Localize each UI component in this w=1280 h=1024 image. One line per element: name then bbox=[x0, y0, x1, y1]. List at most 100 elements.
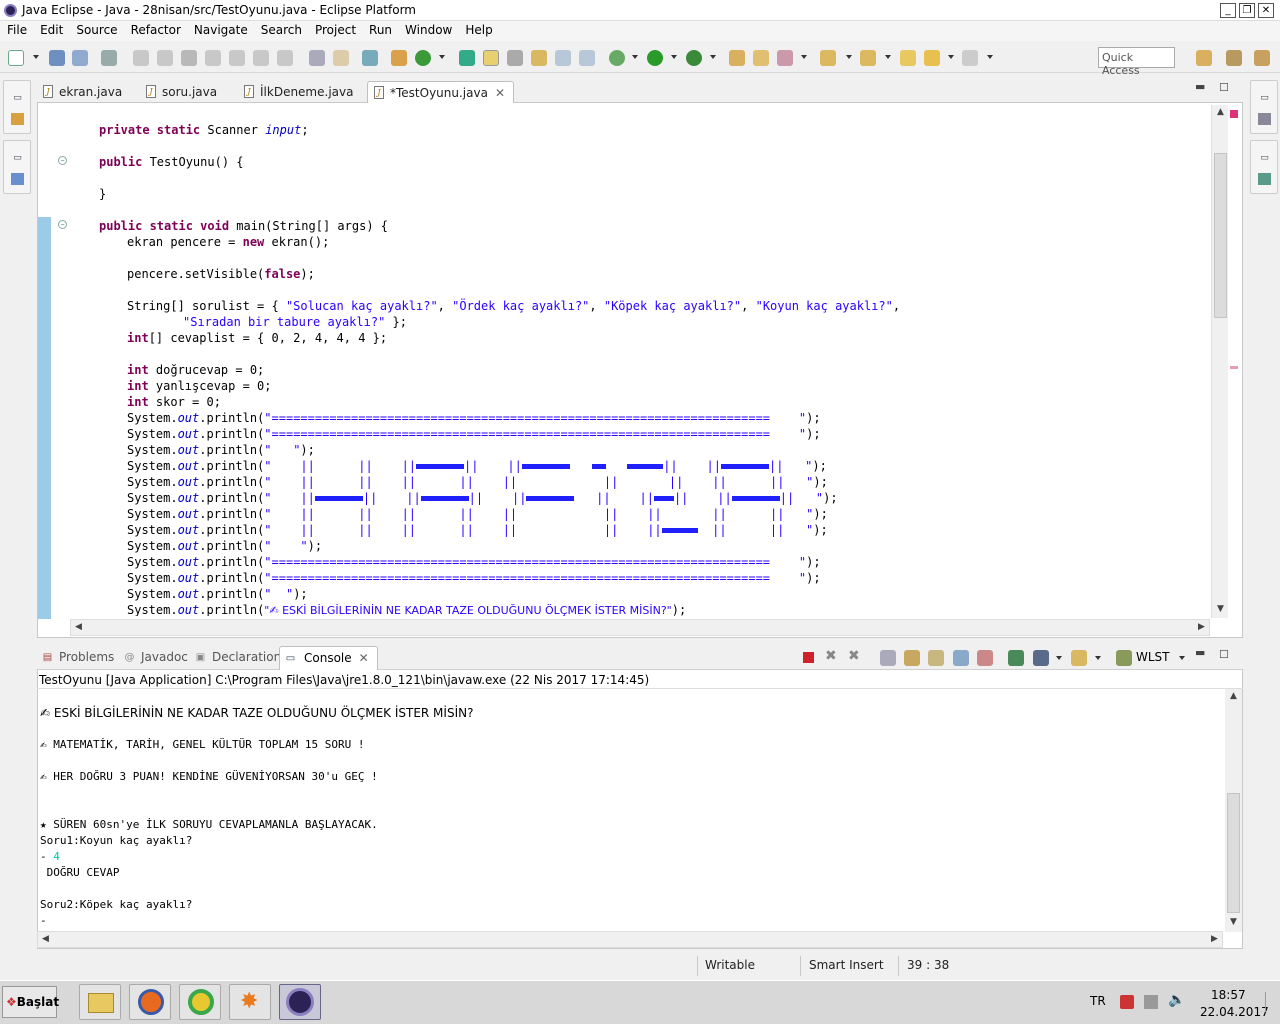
minimize-icon[interactable]: _ bbox=[1220, 3, 1236, 18]
tab-ekran-java[interactable]: Jekran.java bbox=[37, 81, 130, 103]
mark-occurrences-icon[interactable] bbox=[483, 50, 499, 66]
task-list-icon[interactable] bbox=[1258, 113, 1271, 125]
scroll-up-icon[interactable]: ▲ bbox=[1213, 105, 1228, 120]
chevron-down-icon[interactable] bbox=[439, 55, 445, 59]
editor-horizontal-scrollbar[interactable]: ◀ ▶ bbox=[70, 619, 1210, 636]
console-vertical-scrollbar[interactable]: ▲ ▼ bbox=[1225, 689, 1242, 932]
scroll-thumb[interactable] bbox=[1214, 153, 1227, 318]
coverage-icon[interactable] bbox=[686, 50, 702, 66]
language-indicator[interactable]: TR bbox=[1090, 994, 1106, 1008]
back-icon[interactable] bbox=[924, 50, 940, 66]
scroll-lock-icon[interactable] bbox=[904, 650, 920, 666]
tab-ilkdeneme-java[interactable]: J İlkDeneme.java bbox=[238, 81, 361, 103]
java-ee-perspective-icon[interactable] bbox=[1226, 50, 1242, 66]
chevron-down-icon[interactable] bbox=[1095, 656, 1101, 660]
wlst-label[interactable]: WLST bbox=[1136, 650, 1170, 664]
servers-icon[interactable] bbox=[1258, 173, 1271, 185]
chevron-down-icon[interactable] bbox=[801, 55, 807, 59]
restore-icon[interactable]: ▭ bbox=[1258, 153, 1271, 165]
eclipse-taskbar-icon[interactable] bbox=[279, 984, 321, 1020]
open-folder-icon[interactable] bbox=[753, 50, 769, 66]
print-icon[interactable] bbox=[101, 50, 117, 66]
maximize-console-icon[interactable]: ☐ bbox=[1219, 648, 1229, 661]
menu-navigate[interactable]: Navigate bbox=[187, 21, 254, 37]
overview-ruler-marker[interactable] bbox=[1230, 366, 1238, 369]
chevron-down-icon[interactable] bbox=[1056, 656, 1062, 660]
show-on-output-icon[interactable] bbox=[953, 650, 969, 666]
scroll-down-icon[interactable]: ▼ bbox=[1213, 602, 1228, 617]
save-icon[interactable] bbox=[49, 50, 65, 66]
step-into-icon[interactable] bbox=[229, 50, 245, 66]
menu-edit[interactable]: Edit bbox=[33, 21, 69, 37]
menu-help[interactable]: Help bbox=[458, 21, 498, 37]
firefox-icon[interactable] bbox=[129, 984, 171, 1020]
drop-frame-icon[interactable] bbox=[309, 50, 325, 66]
step-over-icon[interactable] bbox=[253, 50, 269, 66]
chevron-down-icon[interactable] bbox=[1179, 656, 1185, 660]
toggle-breadcrumb-icon[interactable] bbox=[507, 50, 523, 66]
scroll-left-icon[interactable]: ◀ bbox=[71, 620, 86, 635]
open-perspective-icon[interactable] bbox=[1196, 50, 1212, 66]
console-output[interactable]: ✍ ESKİ BİLGİLERİNİN NE KADAR TAZE OLDUĞU… bbox=[40, 705, 1220, 930]
block-selection-icon[interactable] bbox=[555, 50, 571, 66]
console-horizontal-scrollbar[interactable]: ◀ ▶ bbox=[37, 931, 1223, 948]
package-explorer-icon[interactable] bbox=[11, 113, 24, 125]
show-desktop-button[interactable] bbox=[1265, 992, 1277, 1012]
menu-run[interactable]: Run bbox=[362, 21, 398, 37]
quick-access-input[interactable]: Quick Access bbox=[1098, 47, 1175, 77]
maximize-icon[interactable]: ❐ bbox=[1239, 3, 1255, 18]
open-console-icon[interactable] bbox=[1071, 650, 1087, 666]
word-wrap-icon[interactable] bbox=[928, 650, 944, 666]
scroll-right-icon[interactable]: ▶ bbox=[1207, 932, 1222, 947]
chevron-down-icon[interactable] bbox=[632, 55, 638, 59]
close-tab-icon[interactable]: ✕ bbox=[495, 86, 505, 100]
menu-source[interactable]: Source bbox=[69, 21, 123, 37]
disconnect-icon[interactable] bbox=[205, 50, 221, 66]
file-explorer-icon[interactable] bbox=[79, 984, 121, 1020]
terminate-icon[interactable] bbox=[803, 652, 814, 663]
debug-icon[interactable] bbox=[609, 50, 625, 66]
restore-icon[interactable]: ▭ bbox=[11, 93, 24, 105]
menu-file[interactable]: File bbox=[0, 21, 33, 37]
next-edit-icon[interactable] bbox=[820, 50, 836, 66]
new-icon[interactable] bbox=[8, 50, 24, 66]
refresh-icon[interactable] bbox=[415, 50, 431, 66]
use-step-filters-icon[interactable] bbox=[333, 50, 349, 66]
minimize-console-icon[interactable]: ▬ bbox=[1195, 646, 1205, 659]
menu-project[interactable]: Project bbox=[308, 21, 362, 37]
scroll-right-icon[interactable]: ▶ bbox=[1194, 620, 1209, 635]
tab-declaration[interactable]: ▣ Declaration bbox=[194, 650, 281, 664]
clear-console-icon[interactable] bbox=[880, 650, 896, 666]
scroll-up-icon[interactable]: ▲ bbox=[1226, 689, 1241, 704]
forward-icon[interactable] bbox=[962, 50, 978, 66]
save-all-icon[interactable] bbox=[72, 50, 88, 66]
restore-icon[interactable]: ▭ bbox=[1258, 93, 1271, 105]
clock-date[interactable]: 22.04.2017 bbox=[1200, 1005, 1269, 1019]
display-console-icon[interactable] bbox=[1033, 650, 1049, 666]
external-tools-icon[interactable] bbox=[777, 50, 793, 66]
suspend-icon[interactable] bbox=[157, 50, 173, 66]
skip-icon[interactable] bbox=[133, 50, 149, 66]
chevron-down-icon[interactable] bbox=[885, 55, 891, 59]
start-button[interactable]: ❖Başlat bbox=[2, 986, 59, 1018]
show-on-error-icon[interactable] bbox=[977, 650, 993, 666]
terminate-icon[interactable] bbox=[181, 50, 197, 66]
tab-soru-java[interactable]: Jsoru.java bbox=[140, 81, 225, 103]
maximize-editor-icon[interactable]: ☐ bbox=[1219, 81, 1229, 94]
scroll-thumb[interactable] bbox=[1227, 793, 1240, 913]
editor-vertical-scrollbar[interactable]: ▲ ▼ bbox=[1211, 105, 1228, 618]
code-editor[interactable]: private static Scanner input; public Tes… bbox=[55, 122, 1205, 616]
chevron-down-icon[interactable] bbox=[710, 55, 716, 59]
scroll-down-icon[interactable]: ▼ bbox=[1226, 915, 1241, 930]
chevron-down-icon[interactable] bbox=[671, 55, 677, 59]
wlst-icon[interactable] bbox=[1116, 650, 1132, 666]
remove-launch-icon[interactable]: ✖ bbox=[825, 648, 837, 664]
menu-refactor[interactable]: Refactor bbox=[124, 21, 187, 37]
close-icon[interactable]: ✕ bbox=[1258, 3, 1274, 18]
chevron-down-icon[interactable] bbox=[987, 55, 993, 59]
show-whitespace-icon[interactable] bbox=[579, 50, 595, 66]
chevron-down-icon[interactable] bbox=[33, 55, 39, 59]
tab-problems[interactable]: ▤ Problems bbox=[41, 650, 115, 664]
chevron-down-icon[interactable] bbox=[948, 55, 954, 59]
network-icon[interactable] bbox=[1144, 995, 1158, 1009]
